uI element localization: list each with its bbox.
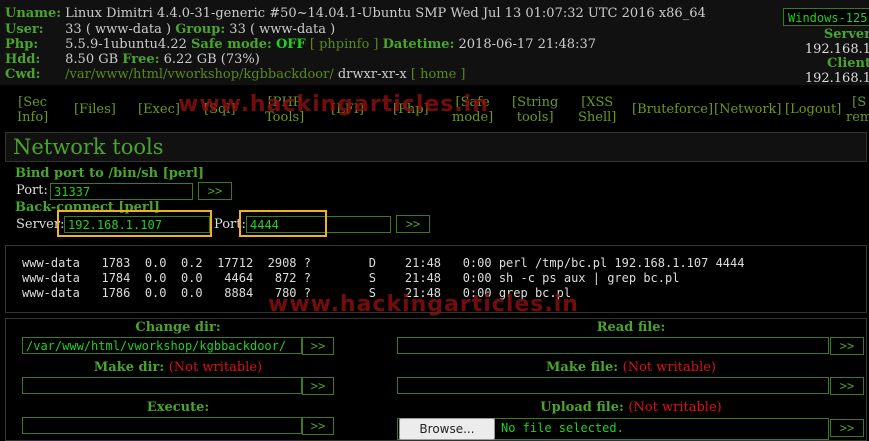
nav-label: [Exec] bbox=[138, 102, 180, 117]
nav-label: [S bbox=[852, 95, 867, 110]
user-value: 33 ( www-data ) bbox=[65, 22, 172, 37]
output-line: www-data 1784 0.0 0.0 4464 872 ? S 21:48… bbox=[22, 271, 680, 285]
make-dir-not-writable: (Not writable) bbox=[168, 360, 263, 375]
nav-logout[interactable]: [Logout] bbox=[785, 102, 841, 117]
server-ip-value: 192.168.1 bbox=[804, 42, 869, 57]
read-file-input[interactable] bbox=[397, 337, 829, 354]
output-line: www-data 1783 0.0 0.2 17712 2908 ? D 21:… bbox=[22, 256, 745, 270]
nav-bruteforce[interactable]: [Bruteforce] bbox=[632, 102, 713, 117]
make-file-not-writable: (Not writable) bbox=[622, 360, 716, 375]
nav-self-remove[interactable]: [S rem bbox=[846, 95, 869, 125]
make-dir-label-text: Make dir: bbox=[93, 360, 165, 375]
network-tools-title: Network tools bbox=[13, 135, 164, 159]
safe-mode-label: Safe mode: bbox=[191, 37, 272, 52]
nav-label: [Logout] bbox=[785, 102, 842, 117]
make-dir-input[interactable] bbox=[22, 377, 302, 394]
group-label: Group: bbox=[175, 22, 226, 37]
nav-label: tools] bbox=[516, 110, 554, 125]
upload-file-not-writable: (Not writable) bbox=[628, 400, 722, 415]
make-file-label: Make file: (Not writable) bbox=[397, 360, 865, 375]
bind-submit-button[interactable]: >> bbox=[198, 182, 232, 200]
php-version: 5.5.9-1ubuntu4.22 bbox=[65, 37, 187, 52]
execute-input[interactable] bbox=[22, 417, 302, 434]
phpinfo-link[interactable]: [ phpinfo ] bbox=[310, 37, 379, 52]
nav-label: [String bbox=[512, 95, 559, 110]
server-info-header: Uname: Linux Dimitri 4.4.0-31-generic #5… bbox=[0, 0, 869, 86]
watermark-top: www.hackingarticles.in bbox=[178, 92, 489, 117]
execute-label: Execute: bbox=[146, 400, 210, 415]
server-highlight bbox=[57, 210, 212, 237]
nav-label: Info] bbox=[17, 110, 49, 125]
change-dir-input[interactable]: /var/www/html/vworkshop/kgbbackdoor/ bbox=[22, 337, 302, 354]
nav-string-tools[interactable]: [String tools] bbox=[512, 95, 558, 125]
bind-port-title: Bind port to /bin/sh [perl] bbox=[15, 166, 205, 181]
uname-value: Linux Dimitri 4.4.0-31-generic #50~14.04… bbox=[65, 6, 706, 21]
uname-label: Uname: bbox=[5, 6, 62, 21]
bind-port-input[interactable]: 31337 bbox=[50, 183, 193, 200]
read-file-submit-button[interactable]: >> bbox=[830, 337, 864, 355]
user-row: User: 33 ( www-data ) Group: 33 ( www-da… bbox=[5, 22, 335, 38]
cwd-permissions: drwxr-xr-x bbox=[337, 67, 407, 82]
make-file-label-text: Make file: bbox=[546, 360, 619, 375]
nav-label: Shell] bbox=[578, 110, 617, 125]
user-label: User: bbox=[5, 22, 44, 37]
execute-submit-button[interactable]: >> bbox=[302, 417, 334, 435]
cwd-label: Cwd: bbox=[5, 67, 41, 82]
home-link[interactable]: [ home ] bbox=[411, 67, 466, 82]
nav-exec[interactable]: [Exec] bbox=[138, 102, 180, 117]
make-dir-submit-button[interactable]: >> bbox=[302, 377, 334, 395]
nav-network[interactable]: [Network] bbox=[714, 102, 781, 117]
uname-row: Uname: Linux Dimitri 4.4.0-31-generic #5… bbox=[5, 6, 706, 22]
hdd-label: Hdd: bbox=[5, 52, 41, 67]
client-ip-block: Client 192.168.1 bbox=[805, 56, 869, 86]
make-file-input[interactable] bbox=[397, 377, 829, 394]
no-file-selected-text: No file selected. bbox=[501, 421, 624, 435]
safe-mode-value: OFF bbox=[275, 37, 306, 52]
datetime-label: Datetime: bbox=[382, 37, 455, 52]
nav-sec-info[interactable]: [Sec Info] bbox=[17, 95, 48, 125]
port-highlight bbox=[239, 210, 327, 237]
charset-select[interactable]: Windows-1251 bbox=[783, 8, 869, 26]
php-row: Php: 5.5.9-1ubuntu4.22 Safe mode: OFF [ … bbox=[5, 37, 596, 53]
php-label: Php: bbox=[5, 37, 39, 52]
bind-port-label: Port: bbox=[16, 183, 48, 198]
make-file-submit-button[interactable]: >> bbox=[830, 377, 864, 395]
group-value: 33 ( www-data ) bbox=[229, 22, 336, 37]
nav-label: [Bruteforce] bbox=[632, 102, 714, 117]
read-file-label: Read file: bbox=[596, 320, 666, 335]
back-connect-submit-button[interactable]: >> bbox=[396, 215, 430, 233]
server-ip-block: Server 192.168.1 bbox=[805, 27, 869, 57]
browse-button[interactable]: Browse... bbox=[399, 418, 495, 440]
change-dir-submit-button[interactable]: >> bbox=[302, 337, 334, 355]
server-ip-label: Server bbox=[823, 27, 869, 42]
cwd-path-link[interactable]: /var/www/html/vworkshop/kgbbackdoor/ bbox=[65, 67, 334, 82]
nav-label: [XSS bbox=[581, 95, 614, 110]
watermark-middle: www.hackingarticles.in bbox=[268, 292, 579, 317]
hdd-row: Hdd: 8.50 GB Free: 6.22 GB (73%) bbox=[5, 52, 260, 68]
nav-label: rem bbox=[846, 110, 869, 125]
change-dir-label: Change dir: bbox=[135, 320, 221, 335]
cwd-row: Cwd: /var/www/html/vworkshop/kgbbackdoor… bbox=[5, 67, 466, 83]
nav-label: [Files] bbox=[74, 102, 116, 117]
nav-label: [Network] bbox=[714, 102, 782, 117]
client-ip-label: Client bbox=[827, 56, 869, 71]
nav-files[interactable]: [Files] bbox=[74, 102, 116, 117]
upload-file-label-text: Upload file: bbox=[540, 400, 624, 415]
nav-xss-shell[interactable]: [XSS Shell] bbox=[578, 95, 616, 125]
upload-submit-button[interactable]: >> bbox=[830, 419, 864, 437]
upload-file-label: Upload file: (Not writable) bbox=[397, 400, 865, 415]
datetime-value: 2018-06-17 21:48:37 bbox=[458, 37, 596, 52]
free-label: Free: bbox=[122, 52, 160, 67]
client-ip-value: 192.168.1 bbox=[804, 71, 869, 86]
hdd-value: 8.50 GB bbox=[65, 52, 119, 67]
nav-label: [Sec bbox=[18, 95, 48, 110]
free-value: 6.22 GB (73%) bbox=[163, 52, 260, 67]
network-tools-panel: Network tools bbox=[5, 132, 867, 162]
make-dir-label: Make dir: (Not writable) bbox=[22, 360, 334, 375]
